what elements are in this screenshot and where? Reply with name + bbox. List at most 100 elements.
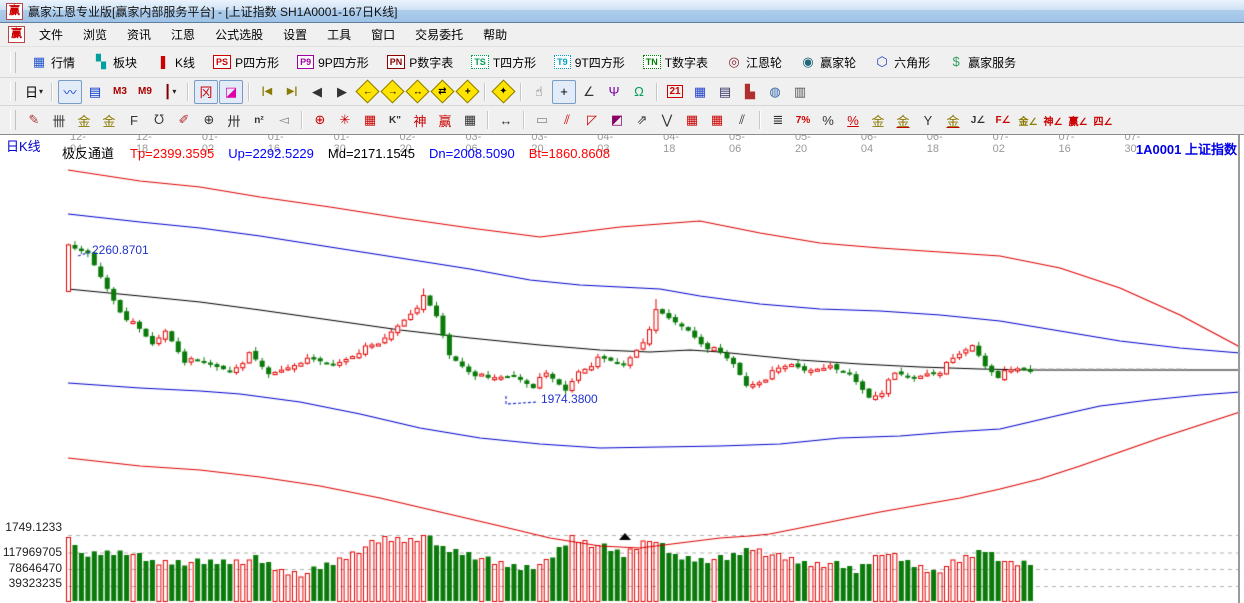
- toolbar-button-fit-4way[interactable]: ✦: [490, 79, 516, 104]
- toolbar-button-square-wheel[interactable]: ▦: [358, 109, 382, 131]
- menu-item-7[interactable]: 窗口: [361, 23, 405, 46]
- toolbar-button-gann-box-toggle[interactable]: 冈: [194, 79, 218, 104]
- toolbar-button-gold-angle[interactable]: 金∠: [1016, 109, 1040, 131]
- menu-item-2[interactable]: 资讯: [117, 23, 161, 46]
- toolbar-button-next-candle[interactable]: ▶: [330, 80, 354, 104]
- toolbar-button-brush-y[interactable]: Y: [916, 109, 940, 131]
- toolbar-button-9t-square[interactable]: T9 9T四方形: [546, 51, 633, 74]
- toolbar-button-zigzag-v[interactable]: ⋁: [655, 109, 679, 131]
- toolbar-button-percent-under[interactable]: %: [841, 109, 865, 131]
- toolbar-button-save[interactable]: ▙: [738, 80, 762, 104]
- toolbar-button-first-page[interactable]: |◀: [255, 80, 279, 104]
- pane-border[interactable]: [1238, 131, 1240, 603]
- toolbar-button-fan-square[interactable]: ◸: [580, 109, 604, 131]
- toolbar-button-t-number-table[interactable]: TN T数字表: [635, 51, 716, 74]
- toolbar-button-p-square[interactable]: PS P四方形: [205, 51, 287, 74]
- toolbar-button-shen-angle[interactable]: 神∠: [1041, 109, 1065, 131]
- toolbar-button-crosshair[interactable]: +: [552, 79, 576, 104]
- toolbar-button-prev-candle[interactable]: ◀: [305, 80, 329, 104]
- toolbar-button-shen-grid[interactable]: 神: [408, 109, 432, 131]
- menu-item-9[interactable]: 帮助: [473, 23, 517, 46]
- toolbar-button-gold-line[interactable]: 金: [891, 109, 915, 131]
- toolbar-button-gold-circle[interactable]: 金: [866, 109, 890, 131]
- toolbar-button-draw-pen[interactable]: ✎: [22, 109, 46, 131]
- toolbar-button-gold-grid-1[interactable]: 金: [72, 109, 96, 131]
- toolbar-button-pan-right[interactable]: →: [379, 79, 405, 104]
- menu-item-1[interactable]: 浏览: [73, 23, 117, 46]
- toolbar-button-zoom-in-h[interactable]: ⇄: [429, 79, 455, 104]
- toolbar-button-pen-chart[interactable]: ✐: [172, 109, 196, 131]
- toolbar-button-info-view[interactable]: ▤: [83, 80, 107, 104]
- toolbar-button-calculator[interactable]: ▦: [688, 80, 712, 104]
- toolbar-button-kline[interactable]: ❚ K线: [147, 51, 203, 74]
- toolbar-button-candle-type[interactable]: ┃ ▾: [158, 80, 182, 104]
- menu-item-0[interactable]: 文件: [29, 23, 73, 46]
- menu-item-6[interactable]: 工具: [317, 23, 361, 46]
- toolbar-button-spiral[interactable]: ᘮ: [147, 109, 171, 131]
- period-day-dropdown-arrow[interactable]: ▾: [39, 87, 43, 96]
- toolbar-button-last-page[interactable]: ▶|: [280, 80, 304, 104]
- toolbar-button-percent-line[interactable]: 7%: [791, 109, 815, 131]
- menu-item-5[interactable]: 设置: [273, 23, 317, 46]
- toolbar-button-zoom-out-h[interactable]: ↔: [404, 79, 430, 104]
- toolbar-button-ruler-grid[interactable]: ▦: [458, 109, 482, 131]
- toolbar-button-n-square[interactable]: n²: [247, 109, 271, 131]
- toolbar-button-p-number-table[interactable]: PN P数字表: [379, 51, 462, 74]
- toolbar-button-angle-mirror[interactable]: ◅: [272, 109, 296, 131]
- toolbar-grip[interactable]: [10, 51, 16, 73]
- toolbar-button-red-grid-1[interactable]: ▦: [680, 109, 704, 131]
- toolbar-button-star-wheel[interactable]: ✳: [333, 109, 357, 131]
- toolbar-button-circle-cross[interactable]: ⊕: [308, 109, 332, 131]
- toolbar-button-j-angle[interactable]: J∠: [966, 109, 990, 131]
- toolbar-button-pan-hand[interactable]: ☝: [527, 80, 551, 104]
- toolbar-button-gold-under[interactable]: 金: [941, 109, 965, 131]
- toolbar-button-ying-grid[interactable]: 赢: [433, 109, 457, 131]
- toolbar-button-diag-square[interactable]: ◩: [605, 109, 629, 131]
- toolbar-button-sectors[interactable]: ▚ 板块: [85, 51, 145, 74]
- toolbar-button-polyline-tool[interactable]: ∠: [577, 80, 601, 104]
- toolbar-button-ying-angle[interactable]: 赢∠: [1066, 109, 1090, 131]
- toolbar-button-9p-square[interactable]: P9 9P四方形: [289, 51, 377, 74]
- menu-item-3[interactable]: 江恩: [161, 23, 205, 46]
- toolbar-button-pattern-tool[interactable]: Ω: [627, 80, 651, 104]
- toolbar-button-fan-lines[interactable]: ⫽: [555, 109, 579, 131]
- menu-item-4[interactable]: 公式选股: [205, 23, 273, 46]
- toolbar-button-parallel-lines[interactable]: ⫽: [730, 109, 754, 131]
- toolbar-grip[interactable]: [10, 82, 16, 101]
- toolbar-button-profile-toggle[interactable]: ◪: [219, 79, 243, 104]
- toolbar-button-red-grid-2[interactable]: ▦: [705, 109, 729, 131]
- toolbar-button-gann-wheel[interactable]: ◎ 江恩轮: [718, 51, 790, 74]
- toolbar-grip[interactable]: [10, 110, 16, 130]
- toolbar-button-bar-scale[interactable]: ≣: [766, 109, 790, 131]
- toolbar-button-gann-fan-tool[interactable]: Ψ: [602, 80, 626, 104]
- menu-item-8[interactable]: 交易委托: [405, 23, 473, 46]
- toolbar-button-wave-9[interactable]: M9: [133, 80, 157, 104]
- toolbar-button-quotes[interactable]: ▦ 行情: [23, 51, 83, 74]
- toolbar-button-expand-4way[interactable]: +: [454, 79, 480, 104]
- toolbar-button-h-measure[interactable]: ↔: [494, 109, 518, 131]
- toolbar-button-hexagon[interactable]: ⬡ 六角形: [866, 51, 938, 74]
- toolbar-button-winner-wheel[interactable]: ◉ 赢家轮: [792, 51, 864, 74]
- indicator-name[interactable]: 极反通道: [62, 146, 114, 161]
- toolbar-button-hash-grid[interactable]: 卅: [222, 109, 246, 131]
- toolbar-button-calendar-21[interactable]: 21: [663, 80, 687, 104]
- toolbar-button-t-square[interactable]: TS T四方形: [463, 51, 544, 74]
- toolbar-button-arrow-fan[interactable]: ⇗: [630, 109, 654, 131]
- candle-type-dropdown-arrow[interactable]: ▾: [172, 87, 176, 96]
- toolbar-button-f-angle[interactable]: F∠: [991, 109, 1015, 131]
- toolbar-button-rect-tool[interactable]: ▭: [530, 109, 554, 131]
- toolbar-button-k-mark[interactable]: K": [383, 109, 407, 131]
- toolbar-button-si-angle[interactable]: 四∠: [1091, 109, 1115, 131]
- toolbar-button-circle-grid[interactable]: ⊕: [197, 109, 221, 131]
- toolbar-button-overlay-chart[interactable]: 〰: [58, 79, 82, 104]
- toolbar-button-web-export[interactable]: ◍: [763, 80, 787, 104]
- toolbar-button-gold-grid-2[interactable]: 金: [97, 109, 121, 131]
- toolbar-button-percent[interactable]: %: [816, 109, 840, 131]
- toolbar-button-wave-3[interactable]: M3: [108, 80, 132, 104]
- toolbar-button-period-day[interactable]: 日 ▾: [22, 80, 46, 104]
- toolbar-button-gann-grid[interactable]: 卌: [47, 109, 71, 131]
- toolbar-button-print[interactable]: ▥: [788, 80, 812, 104]
- toolbar-button-winner-service[interactable]: $ 赢家服务: [940, 51, 1024, 74]
- toolbar-button-f-grid[interactable]: F: [122, 109, 146, 131]
- toolbar-button-pan-left[interactable]: ←: [354, 79, 380, 104]
